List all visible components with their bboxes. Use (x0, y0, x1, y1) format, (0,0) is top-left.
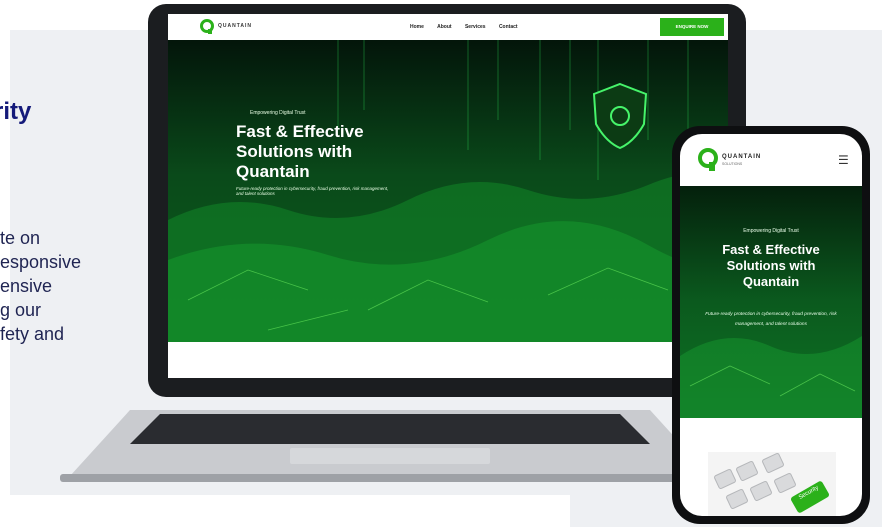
phone-hero-background (680, 186, 862, 418)
phone-hero-title-line: Solutions with (726, 258, 816, 273)
phone-logo-text: QUANTAIN (722, 154, 762, 160)
paragraph-line: esponsive (0, 252, 82, 272)
phone-hero: Empowering Digital Trust Fast & Effectiv… (680, 186, 862, 418)
nav-link-services[interactable]: Services (465, 24, 486, 30)
section-paragraph: te on esponsive ensive g our fety and (0, 226, 140, 346)
site-nav-links: Home About Services Contact (410, 24, 530, 30)
site-navbar: QUANTAIN Home About Services Contact ENQ… (168, 14, 728, 40)
phone-hero-title: Fast & Effective Solutions with Quantain (680, 242, 862, 290)
hero-title-line: Solutions with (236, 142, 353, 161)
phone-logo-subtext: SOLUTIONS (722, 162, 743, 166)
paragraph-line: fety and (0, 324, 65, 344)
hero-banner: Empowering Digital Trust Fast & Effectiv… (168, 40, 728, 342)
hero-tagline: Empowering Digital Trust (250, 110, 306, 116)
phone-screen: QUANTAIN SOLUTIONS ☰ Empowering Digital … (680, 134, 862, 516)
section-heading: rity (0, 98, 32, 125)
nav-link-home[interactable]: Home (410, 24, 424, 30)
site-logo-text: QUANTAIN (218, 23, 253, 29)
laptop-screen: QUANTAIN Home About Services Contact ENQ… (168, 14, 728, 378)
paragraph-line: ensive (0, 276, 53, 296)
paragraph-line: g our (0, 300, 42, 320)
keyboard-security-image (708, 452, 836, 516)
quantain-q-logo[interactable] (698, 148, 718, 172)
nav-link-contact[interactable]: Contact (499, 24, 518, 30)
phone-hero-tagline: Empowering Digital Trust (743, 228, 799, 234)
nav-link-about[interactable]: About (437, 24, 451, 30)
phone-hero-subtitle: Future-ready protection in cybersecurity… (705, 312, 837, 327)
phone-hero-title-line: Fast & Effective (722, 242, 820, 257)
hero-subtitle: Future-ready protection in cybersecurity… (236, 186, 389, 196)
hero-title-line: Fast & Effective (236, 122, 364, 141)
phone-hero-title-line: Quantain (742, 274, 800, 289)
hero-title-line: Quantain (236, 162, 310, 181)
laptop-keyboard-base (60, 410, 720, 482)
enquire-now-button[interactable]: ENQUIRE NOW (660, 18, 724, 36)
hero-title: Fast & Effective Solutions with Quantain (236, 122, 364, 182)
paragraph-line: te on (0, 228, 41, 248)
quantain-q-logo[interactable] (200, 19, 214, 35)
content-strip (168, 342, 728, 378)
hamburger-menu-icon[interactable]: ☰ (838, 153, 849, 167)
